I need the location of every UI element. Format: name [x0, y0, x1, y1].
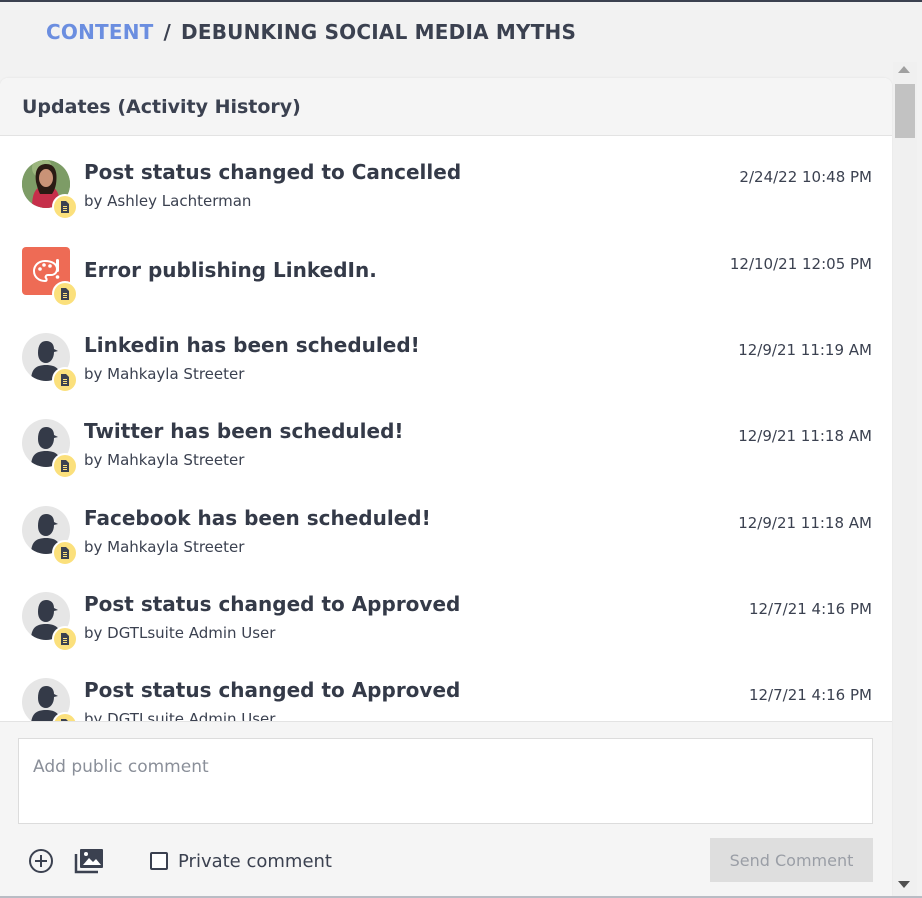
- activity-author[interactable]: by Ashley Lachterman: [84, 192, 251, 210]
- avatar: [22, 333, 78, 393]
- avatar: [22, 160, 78, 220]
- activity-item: Linkedin has been scheduled! by Mahkayla…: [0, 333, 892, 413]
- breadcrumb-content-link[interactable]: CONTENT: [46, 20, 154, 44]
- activity-timestamp: 12/9/21 11:18 AM: [738, 427, 872, 445]
- activity-author[interactable]: by Mahkayla Streeter: [84, 365, 244, 383]
- document-badge-icon: [52, 194, 78, 220]
- activity-title: Linkedin has been scheduled!: [84, 333, 420, 357]
- activity-author[interactable]: by DGTLsuite Admin User: [84, 624, 275, 642]
- breadcrumb-separator: /: [163, 20, 172, 44]
- activity-item: Twitter has been scheduled! by Mahkayla …: [0, 419, 892, 499]
- avatar: [22, 592, 78, 652]
- image-gallery-icon[interactable]: [74, 846, 104, 876]
- activity-title: Post status changed to Cancelled: [84, 160, 462, 184]
- activity-item: Error publishing LinkedIn. 12/10/21 12:0…: [0, 247, 892, 327]
- document-badge-icon: [52, 626, 78, 652]
- activity-author[interactable]: by Mahkayla Streeter: [84, 451, 244, 469]
- activity-timestamp: 2/24/22 10:48 PM: [739, 168, 872, 186]
- activity-timestamp: 12/7/21 4:16 PM: [748, 600, 872, 618]
- breadcrumb-current-page: DEBUNKING SOCIAL MEDIA MYTHS: [181, 20, 577, 44]
- add-circle-icon[interactable]: [26, 846, 56, 876]
- private-comment-label: Private comment: [178, 850, 332, 872]
- avatar: [22, 247, 78, 307]
- scrollbar-thumb[interactable]: [895, 84, 915, 138]
- activity-history-panel: Updates (Activity History) Post status c…: [0, 78, 892, 896]
- private-comment-toggle[interactable]: Private comment: [150, 849, 332, 873]
- activity-timestamp: 12/9/21 11:18 AM: [738, 514, 872, 532]
- activity-item: Post status changed to Approved by DGTLs…: [0, 678, 892, 721]
- activity-author[interactable]: by DGTLsuite Admin User: [84, 710, 275, 721]
- comment-composer: Private comment Send Comment: [0, 721, 892, 896]
- activity-title: Facebook has been scheduled!: [84, 506, 431, 530]
- document-badge-icon: [52, 453, 78, 479]
- avatar: [22, 419, 78, 479]
- activity-title: Post status changed to Approved: [84, 678, 461, 702]
- activity-item: Post status changed to Cancelled by Ashl…: [0, 160, 892, 240]
- avatar: [22, 678, 78, 721]
- scroll-down-arrow-icon[interactable]: [898, 881, 910, 888]
- activity-author[interactable]: by Mahkayla Streeter: [84, 538, 244, 556]
- document-badge-icon: [52, 281, 78, 307]
- activity-title: Error publishing LinkedIn.: [84, 258, 377, 282]
- private-comment-checkbox[interactable]: [150, 852, 168, 870]
- panel-title: Updates (Activity History): [22, 95, 301, 118]
- activity-title: Post status changed to Approved: [84, 592, 461, 616]
- activity-item: Facebook has been scheduled! by Mahkayla…: [0, 506, 892, 586]
- document-badge-icon: [52, 367, 78, 393]
- activity-timestamp: 12/7/21 4:16 PM: [748, 686, 872, 704]
- activity-item: Post status changed to Approved by DGTLs…: [0, 592, 892, 672]
- activity-feed[interactable]: Post status changed to Cancelled by Ashl…: [0, 137, 892, 721]
- activity-timestamp: 12/9/21 11:19 AM: [738, 341, 872, 359]
- activity-title: Twitter has been scheduled!: [84, 419, 404, 443]
- vertical-scrollbar[interactable]: [893, 62, 917, 896]
- top-divider: [0, 0, 922, 2]
- send-comment-button[interactable]: Send Comment: [710, 838, 873, 882]
- panel-header: Updates (Activity History): [0, 78, 892, 136]
- scroll-up-arrow-icon[interactable]: [898, 66, 910, 73]
- breadcrumb: CONTENT / DEBUNKING SOCIAL MEDIA MYTHS: [46, 18, 576, 46]
- activity-timestamp: 12/10/21 12:05 PM: [729, 255, 872, 273]
- document-badge-icon: [52, 540, 78, 566]
- avatar: [22, 506, 78, 566]
- public-comment-input[interactable]: [18, 738, 873, 824]
